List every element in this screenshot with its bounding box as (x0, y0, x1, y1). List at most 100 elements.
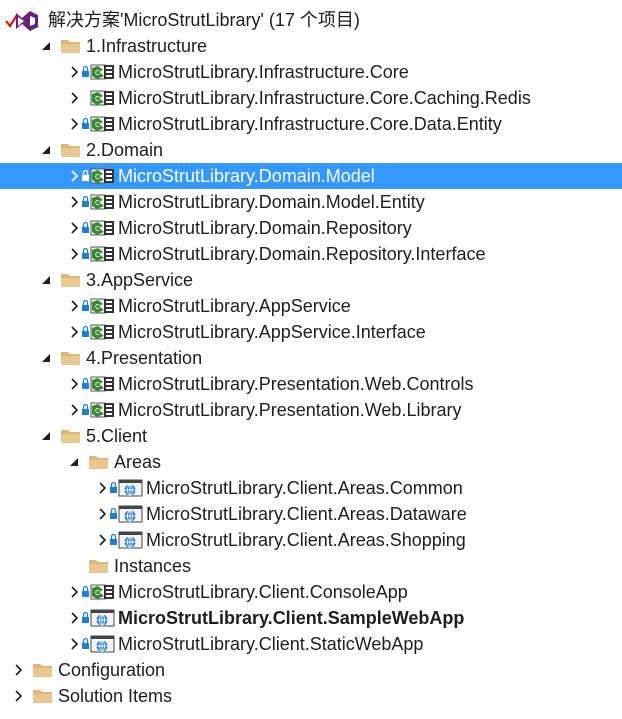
expand-arrow-icon[interactable] (66, 64, 82, 80)
tree-item-label: MicroStrutLibrary.Domain.Repository.Inte… (118, 244, 486, 264)
solution-folder-row[interactable]: 1.Infrastructure (0, 33, 622, 59)
project-row[interactable]: MicroStrutLibrary.Client.StaticWebApp (0, 631, 622, 657)
folder-icon (59, 36, 83, 56)
svg-text:C: C (95, 69, 100, 77)
svg-text:C: C (95, 381, 100, 389)
expand-arrow-icon[interactable] (66, 636, 82, 652)
csharp-project-icon: C (82, 322, 116, 342)
folder-icon (87, 556, 111, 576)
project-row[interactable]: MicroStrutLibrary.Client.Areas.Common (0, 475, 622, 501)
project-row[interactable]: MicroStrutLibrary.Client.SampleWebApp (0, 605, 622, 631)
csharp-project-icon: C (82, 192, 116, 212)
expand-arrow-icon[interactable] (66, 298, 82, 314)
solution-folder-row[interactable]: 5.Client (0, 423, 622, 449)
solution-folder-row[interactable]: Instances (0, 553, 622, 579)
solution-folder-row[interactable]: 4.Presentation (0, 345, 622, 371)
expand-arrow-icon[interactable] (66, 610, 82, 626)
csharp-project-icon: C (82, 62, 116, 82)
tree-item-label: 2.Domain (86, 140, 164, 160)
tree-item-label: 3.AppService (86, 270, 194, 290)
expand-arrow-icon[interactable] (66, 168, 82, 184)
expand-arrow-icon[interactable] (94, 480, 110, 496)
tree-item-label: 1.Infrastructure (86, 36, 208, 56)
tree-item-label: MicroStrutLibrary.Domain.Model.Entity (118, 192, 425, 212)
tree-item-label: Configuration (58, 660, 166, 680)
project-row[interactable]: C MicroStrutLibrary.AppService (0, 293, 622, 319)
csharp-project-icon: C (82, 166, 116, 186)
csharp-project-icon: C (82, 244, 116, 264)
web-project-icon (82, 608, 116, 628)
tree-item-label: MicroStrutLibrary.Client.StaticWebApp (118, 634, 424, 654)
svg-text:C: C (95, 407, 100, 415)
tree-item-label: MicroStrutLibrary.Client.Areas.Common (146, 478, 463, 498)
solution-folder-row[interactable]: Solution Items (0, 683, 622, 709)
expand-arrow-icon[interactable] (10, 662, 26, 678)
expand-arrow-icon[interactable] (66, 402, 82, 418)
tree-item-label: MicroStrutLibrary.Client.SampleWebApp (118, 608, 465, 628)
tree-item-label: MicroStrutLibrary.Domain.Model (118, 166, 375, 186)
collapse-arrow-icon[interactable] (38, 350, 54, 366)
solution-folder-row[interactable]: Areas (0, 449, 622, 475)
expand-arrow-icon[interactable] (66, 116, 82, 132)
csharp-project-icon: C (82, 114, 116, 134)
svg-text:C: C (95, 251, 100, 259)
folder-icon (59, 140, 83, 160)
expand-arrow-icon[interactable] (66, 90, 82, 106)
expand-arrow-icon[interactable] (66, 376, 82, 392)
web-project-icon (82, 634, 116, 654)
project-row[interactable]: C MicroStrutLibrary.Infrastructure.Core.D… (0, 111, 622, 137)
csharp-project-icon: C (82, 400, 116, 420)
project-row[interactable]: C MicroStrutLibrary.Infrastructure.Core (0, 59, 622, 85)
expand-arrow-icon[interactable] (66, 220, 82, 236)
tree-item-label: MicroStrutLibrary.AppService (118, 296, 351, 316)
svg-text:C: C (95, 199, 100, 207)
project-row[interactable]: C MicroStrutLibrary.AppService.Interface (0, 319, 622, 345)
expand-arrow-icon[interactable] (94, 532, 110, 548)
tree-item-label: MicroStrutLibrary.Client.Areas.Shopping (146, 530, 466, 550)
svg-text:C: C (95, 329, 100, 337)
collapse-arrow-icon[interactable] (38, 428, 54, 444)
web-project-icon (110, 478, 144, 498)
project-row[interactable]: C MicroStrutLibrary.Infrastructure.Core.C… (0, 85, 622, 111)
solution-folder-row[interactable]: Configuration (0, 657, 622, 683)
project-row[interactable]: MicroStrutLibrary.Client.Areas.Dataware (0, 501, 622, 527)
tree-item-label: MicroStrutLibrary.AppService.Interface (118, 322, 426, 342)
folder-icon (59, 348, 83, 368)
project-row[interactable]: MicroStrutLibrary.Client.Areas.Shopping (0, 527, 622, 553)
folder-icon (31, 686, 55, 706)
expand-arrow-icon[interactable] (66, 324, 82, 340)
collapse-arrow-icon[interactable] (66, 454, 82, 470)
solution-folder-row[interactable]: 2.Domain (0, 137, 622, 163)
expand-arrow-icon[interactable] (66, 584, 82, 600)
project-row[interactable]: C MicroStrutLibrary.Presentation.Web.Cont… (0, 371, 622, 397)
solution-explorer-tree: 解决方案'MicroStrutLibrary' (17 个项目) 1.Infra… (0, 0, 622, 719)
collapse-arrow-icon[interactable] (38, 142, 54, 158)
web-project-icon (110, 504, 144, 524)
solution-title: 解决方案'MicroStrutLibrary' (17 个项目) (48, 10, 360, 30)
project-row[interactable]: C MicroStrutLibrary.Presentation.Web.Libr… (0, 397, 622, 423)
tree-item-label: MicroStrutLibrary.Client.Areas.Dataware (146, 504, 467, 524)
csharp-project-icon: C (82, 88, 116, 108)
collapse-arrow-icon[interactable] (38, 38, 54, 54)
project-row[interactable]: C MicroStrutLibrary.Client.ConsoleApp (0, 579, 622, 605)
tree-item-label: MicroStrutLibrary.Domain.Repository (118, 218, 412, 238)
visual-studio-solution-icon (4, 9, 38, 31)
collapse-arrow-icon[interactable] (38, 272, 54, 288)
tree-item-label: MicroStrutLibrary.Client.ConsoleApp (118, 582, 408, 602)
folder-icon (59, 426, 83, 446)
solution-folder-row[interactable]: 3.AppService (0, 267, 622, 293)
csharp-project-icon: C (82, 374, 116, 394)
project-row[interactable]: C MicroStrutLibrary.Domain.Repository.Int… (0, 241, 622, 267)
project-row[interactable]: C MicroStrutLibrary.Domain.Model.Entity (0, 189, 622, 215)
svg-text:C: C (95, 589, 100, 597)
csharp-project-icon: C (82, 582, 116, 602)
expand-arrow-icon[interactable] (94, 506, 110, 522)
tree-item-label: MicroStrutLibrary.Presentation.Web.Contr… (118, 374, 474, 394)
tree-item-label: MicroStrutLibrary.Infrastructure.Core (118, 62, 409, 82)
project-row[interactable]: C MicroStrutLibrary.Domain.Repository (0, 215, 622, 241)
expand-arrow-icon[interactable] (66, 194, 82, 210)
expand-arrow-icon[interactable] (10, 688, 26, 704)
expand-arrow-icon[interactable] (66, 246, 82, 262)
solution-root-row[interactable]: 解决方案'MicroStrutLibrary' (17 个项目) (0, 7, 622, 33)
project-row[interactable]: C MicroStrutLibrary.Domain.Model (0, 163, 622, 189)
